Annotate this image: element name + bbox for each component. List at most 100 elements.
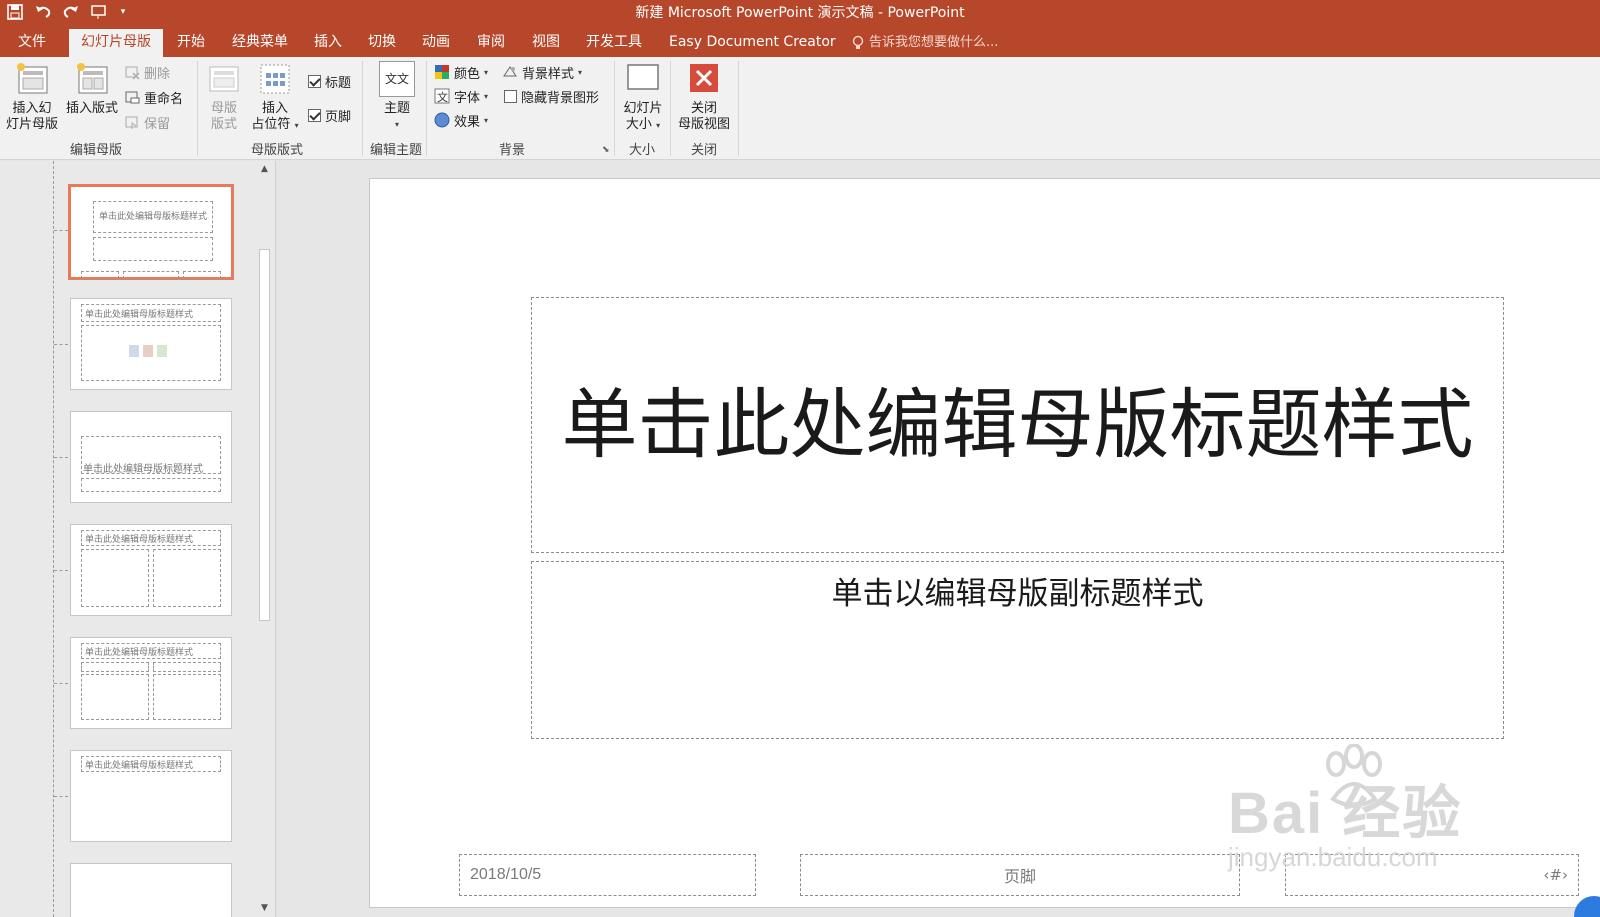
insert-layout-button[interactable]: 插入版式 — [62, 61, 122, 117]
thumbnail-section-header-layout[interactable]: 单击此处编辑母版标题样式 — [70, 411, 232, 503]
thumbnail-title-only-layout[interactable]: 单击此处编辑母版标题样式 — [70, 750, 232, 842]
svg-text:文: 文 — [437, 90, 448, 104]
tell-me-box[interactable]: 告诉我您想要做什么... — [852, 30, 998, 56]
tab-easy-document-creator[interactable]: Easy Document Creator — [669, 29, 836, 57]
tab-transitions[interactable]: 切换 — [368, 29, 396, 57]
close-master-label-1: 关闭 — [690, 101, 717, 116]
thumbnail-two-content-layout[interactable]: 单击此处编辑母版标题样式 — [70, 524, 232, 616]
title-bar: ▾ 新建 Microsoft PowerPoint 演示文稿 - PowerPo… — [0, 0, 1600, 24]
delete-button[interactable]: 删除 — [124, 62, 170, 82]
chevron-down-icon: ▾ — [578, 67, 583, 77]
footer-placeholder[interactable]: 页脚 — [800, 854, 1240, 896]
tree-connector — [54, 796, 68, 797]
close-icon — [685, 61, 723, 97]
thumbnail-blank-layout[interactable] — [70, 863, 232, 917]
thumb-footer-box — [123, 271, 179, 279]
thumb-text-box — [81, 478, 221, 492]
rename-icon — [125, 91, 140, 104]
tree-connector — [54, 344, 68, 345]
scrollbar-thumb[interactable] — [259, 249, 270, 621]
tab-review[interactable]: 审阅 — [477, 29, 505, 57]
insert-placeholder-label-2: 占位符 ▾ — [251, 117, 299, 132]
hide-background-checkbox-box[interactable] — [504, 89, 517, 103]
thumb-content-box — [153, 549, 221, 607]
tree-connector — [54, 457, 68, 458]
insert-placeholder-icon — [256, 61, 294, 97]
insert-placeholder-label-1: 插入 — [261, 101, 288, 116]
insert-placeholder-button[interactable]: 插入 占位符 ▾ — [248, 61, 302, 134]
tree-connector — [54, 230, 68, 231]
thumb-content-box — [153, 674, 221, 720]
insert-slide-master-button[interactable]: 插入幻 灯片母版 — [4, 61, 60, 133]
preserve-button[interactable]: 保留 — [124, 112, 170, 132]
dialog-launcher-icon[interactable]: ⬊ — [602, 145, 610, 155]
title-checkbox-label: 标题 — [325, 75, 352, 91]
chevron-down-icon: ▾ — [394, 120, 399, 129]
thumbnail-comparison-layout[interactable]: 单击此处编辑母版标题样式 — [70, 637, 232, 729]
insert-layout-icon — [73, 61, 111, 97]
themes-button[interactable]: 文文 主题 ▾ — [370, 61, 424, 133]
thumb-footer-box — [81, 271, 119, 279]
colors-icon — [435, 65, 449, 79]
footer-checkbox-label: 页脚 — [325, 109, 352, 125]
background-styles-icon — [503, 66, 517, 77]
group-divider — [426, 61, 427, 156]
hide-background-label: 隐藏背景图形 — [521, 90, 600, 106]
tab-home[interactable]: 开始 — [177, 29, 205, 57]
chevron-down-icon: ▾ — [484, 91, 489, 101]
close-master-view-button[interactable]: 关闭 母版视图 — [674, 61, 734, 133]
slide-editing-area: 单击此处编辑母版标题样式 单击以编辑母版副标题样式 2018/10/5 页脚 ‹… — [277, 161, 1600, 917]
insert-layout-label: 插入版式 — [65, 101, 118, 116]
tab-view[interactable]: 视图 — [532, 29, 560, 57]
thumbnail-title-master[interactable]: 单击此处编辑母版标题样式 — [68, 184, 234, 280]
title-checkbox-box[interactable] — [308, 74, 321, 88]
tab-insert[interactable]: 插入 — [314, 29, 342, 57]
thumb-content-box — [81, 674, 149, 720]
slide-thumbnail-pane: 单击此处编辑母版标题样式 单击此处编辑母版标题样式 单击此处编辑母版标题样式 单… — [0, 161, 276, 917]
close-master-label-2: 母版视图 — [677, 117, 730, 132]
thumb-footer-box — [183, 271, 221, 279]
group-label-background: 背景 — [498, 143, 525, 158]
group-label-close: 关闭 — [690, 143, 717, 158]
group-label-size: 大小 — [628, 143, 655, 158]
background-styles-button[interactable]: 背景样式 ▾ — [502, 62, 582, 82]
ribbon-tabs: 文件 幻灯片母版 开始 经典菜单 插入 切换 动画 审阅 视图 开发工具 Eas… — [0, 24, 1600, 57]
effects-button[interactable]: 效果 ▾ — [434, 110, 488, 130]
slide-number-placeholder[interactable]: ‹#› — [1285, 854, 1579, 896]
hide-background-graphics-checkbox[interactable]: 隐藏背景图形 — [504, 86, 599, 106]
thumbnail-scrollbar[interactable]: ▲ ▼ — [256, 161, 273, 917]
tree-connector — [54, 683, 68, 684]
tab-classic-menu[interactable]: 经典菜单 — [232, 29, 288, 57]
subtitle-placeholder[interactable]: 单击以编辑母版副标题样式 — [531, 561, 1504, 739]
scroll-up-arrow-icon[interactable]: ▲ — [256, 161, 273, 178]
slide-size-button[interactable]: 幻灯片 大小 ▾ — [618, 61, 668, 134]
footer-checkbox-box[interactable] — [308, 108, 321, 122]
rename-button[interactable]: 重命名 — [124, 87, 183, 107]
slide-size-label-2: 大小 ▾ — [625, 117, 661, 132]
colors-button[interactable]: 颜色 ▾ — [434, 62, 488, 82]
effects-icon — [434, 112, 450, 128]
lightbulb-icon — [852, 35, 864, 49]
scroll-down-arrow-icon[interactable]: ▼ — [256, 900, 273, 917]
group-divider — [670, 61, 671, 156]
date-placeholder[interactable]: 2018/10/5 — [459, 854, 756, 896]
fonts-button[interactable]: 文 字体 ▾ — [434, 86, 488, 106]
title-checkbox[interactable]: 标题 — [308, 71, 351, 91]
tab-slide-master[interactable]: 幻灯片母版 — [69, 29, 163, 57]
background-styles-label: 背景样式 — [522, 66, 575, 82]
thumb-title-text: 单击此处编辑母版标题样式 — [85, 648, 194, 658]
title-placeholder[interactable]: 单击此处编辑母版标题样式 — [531, 297, 1504, 553]
master-layout-button[interactable]: 母版 版式 — [202, 61, 246, 133]
insert-slide-master-icon — [13, 61, 51, 97]
ribbon: 插入幻 灯片母版 插入版式 删除 重命名 保留 编辑母版 母版 版式 插入 占位… — [0, 57, 1600, 160]
thumbnail-title-content-layout[interactable]: 单击此处编辑母版标题样式 — [70, 298, 232, 390]
thumb-title-text: 单击此处编辑母版标题样式 — [85, 761, 194, 771]
tab-file[interactable]: 文件 — [18, 29, 46, 57]
delete-label: 删除 — [144, 66, 171, 82]
tab-developer[interactable]: 开发工具 — [586, 29, 642, 57]
chevron-down-icon: ▾ — [484, 67, 489, 77]
footer-checkbox[interactable]: 页脚 — [308, 105, 351, 125]
insert-slide-master-label-2: 灯片母版 — [5, 117, 58, 132]
powerpoint-window: ▾ 新建 Microsoft PowerPoint 演示文稿 - PowerPo… — [0, 0, 1600, 917]
tab-animations[interactable]: 动画 — [422, 29, 450, 57]
